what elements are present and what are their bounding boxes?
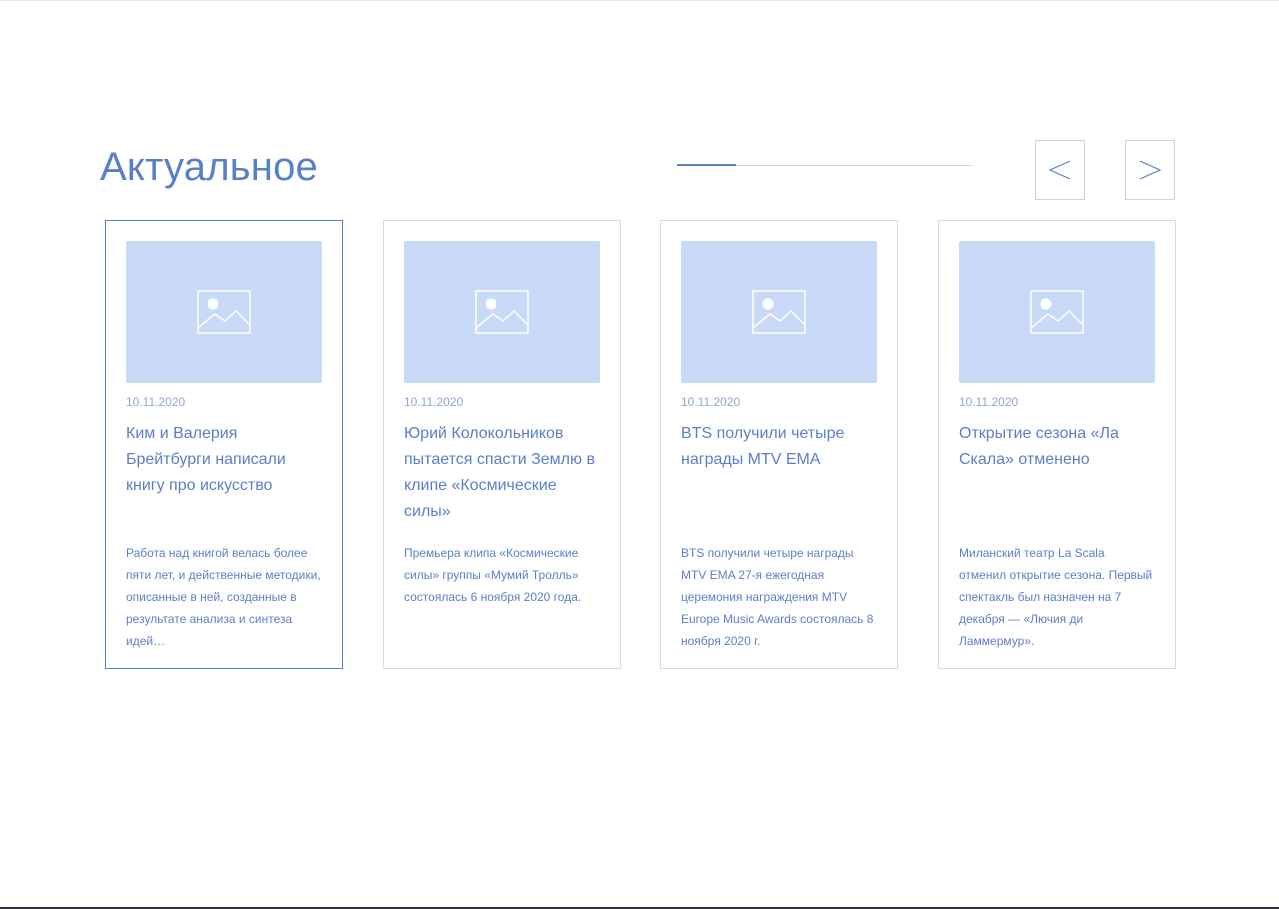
card-date: 10.11.2020 (404, 395, 464, 409)
previous-slide-button[interactable] (1035, 140, 1085, 200)
card-title[interactable]: Открытие сезона «Ла Скала» отменено (959, 421, 1155, 473)
card-title[interactable]: BTS получили четыре награды MTV EMA (681, 421, 877, 473)
card-title[interactable]: Юрий Колокольников пытается спасти Землю… (404, 421, 600, 525)
news-card[interactable]: 10.11.2020 Ким и Валерия Брейтбурги напи… (105, 220, 343, 669)
chevron-right-icon (1139, 160, 1162, 180)
slider-progress-fill (677, 164, 737, 166)
news-card-list: 10.11.2020 Ким и Валерия Брейтбурги напи… (105, 220, 1176, 669)
card-image (681, 241, 877, 383)
card-image (959, 241, 1155, 383)
news-card[interactable]: 10.11.2020 BTS получили четыре награды M… (660, 220, 898, 669)
card-description: Премьера клипа «Космические силы» группы… (404, 546, 582, 604)
slider-progress-track[interactable] (677, 164, 973, 166)
card-image (126, 241, 322, 383)
image-placeholder-icon (197, 290, 251, 334)
image-placeholder-icon (752, 290, 806, 334)
card-date: 10.11.2020 (126, 395, 186, 409)
chevron-left-icon (1048, 160, 1071, 180)
news-card[interactable]: 10.11.2020 Юрий Колокольников пытается с… (383, 220, 621, 669)
card-description: Работа над книгой велась более пяти лет,… (126, 546, 321, 648)
image-placeholder-icon (1030, 290, 1084, 334)
card-date: 10.11.2020 (681, 395, 741, 409)
image-placeholder-icon (475, 290, 529, 334)
section-title: Актуальное (100, 145, 318, 189)
top-divider (0, 0, 1279, 1)
card-date: 10.11.2020 (959, 395, 1019, 409)
card-description: BTS получили четыре награды MTV EMA 27-я… (681, 546, 874, 648)
next-slide-button[interactable] (1125, 140, 1175, 200)
card-description: Миланский театр La Scala отменил открыти… (959, 546, 1153, 648)
card-title[interactable]: Ким и Валерия Брейтбурги написали книгу … (126, 421, 322, 499)
news-card[interactable]: 10.11.2020 Открытие сезона «Ла Скала» от… (938, 220, 1176, 669)
card-image (404, 241, 600, 383)
